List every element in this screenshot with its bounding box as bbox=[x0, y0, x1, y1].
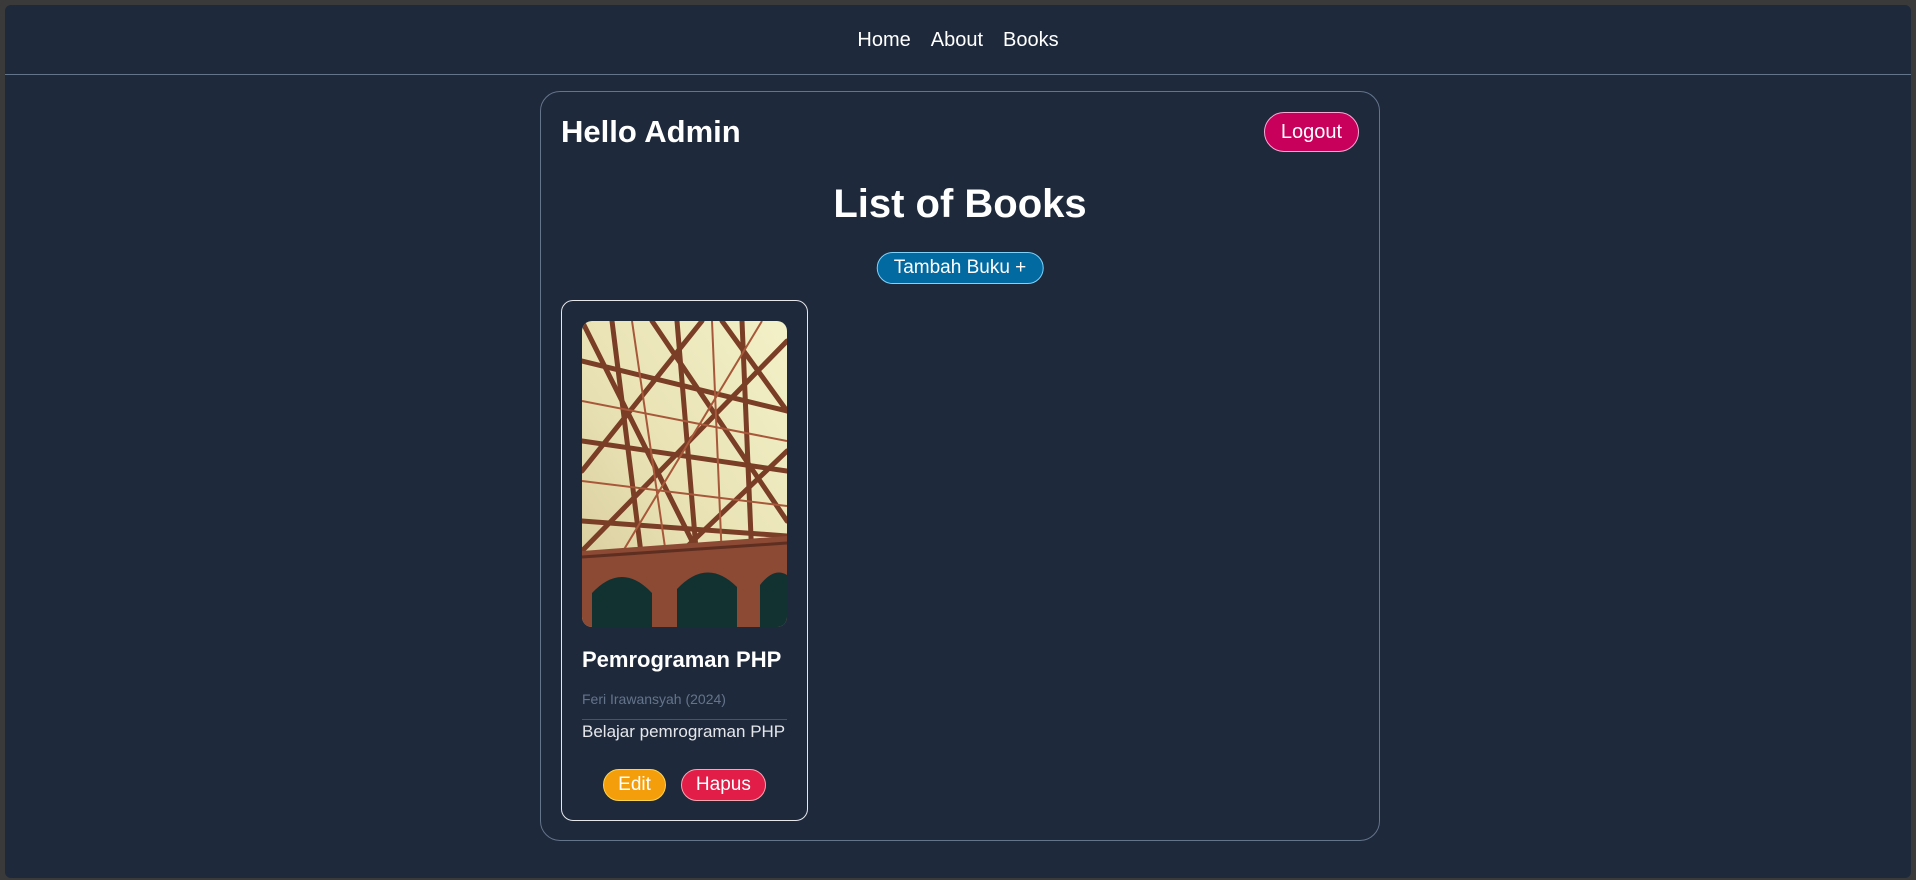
delete-button[interactable]: Hapus bbox=[680, 769, 766, 801]
logout-button[interactable]: Logout bbox=[1263, 112, 1359, 152]
page-title: List of Books bbox=[833, 182, 1087, 226]
card-actions: Edit Hapus bbox=[562, 769, 807, 801]
book-cover-image bbox=[582, 321, 787, 627]
book-card: Pemrograman PHP Feri Irawansyah (2024) B… bbox=[561, 300, 808, 821]
top-navigation: Home About Books bbox=[5, 5, 1911, 75]
book-description: Belajar pemrograman PHP bbox=[582, 722, 786, 741]
nav-books-link[interactable]: Books bbox=[1003, 29, 1059, 52]
book-title: Pemrograman PHP bbox=[582, 647, 782, 672]
books-panel: Hello Admin Logout List of Books Tambah … bbox=[540, 91, 1380, 841]
bridge-photo-icon bbox=[582, 321, 787, 627]
greeting-heading: Hello Admin bbox=[561, 114, 741, 149]
book-year: (2024) bbox=[685, 691, 726, 707]
edit-button[interactable]: Edit bbox=[603, 769, 666, 801]
app-window: Home About Books Hello Admin Logout List… bbox=[5, 5, 1911, 878]
nav-about-link[interactable]: About bbox=[931, 29, 983, 52]
book-meta: Feri Irawansyah (2024) bbox=[582, 691, 726, 707]
book-author: Feri Irawansyah bbox=[582, 691, 682, 707]
add-book-button[interactable]: Tambah Buku + bbox=[876, 252, 1044, 284]
card-divider bbox=[582, 719, 787, 720]
nav-home-link[interactable]: Home bbox=[857, 29, 910, 52]
